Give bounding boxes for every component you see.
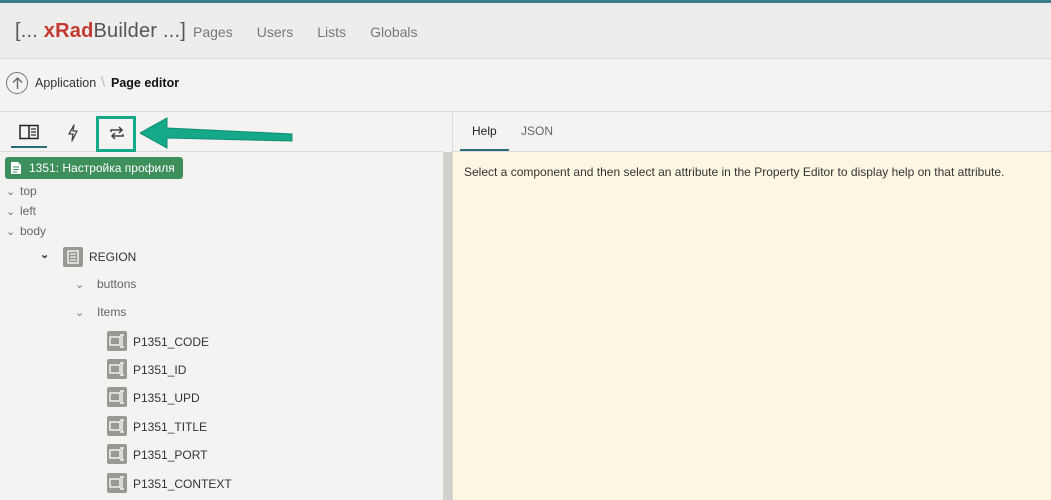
breadcrumb: Application \ Page editor <box>0 60 1051 112</box>
tree-item-p1351-id[interactable]: P1351_ID <box>133 363 186 377</box>
tree-node-label: body <box>20 224 47 238</box>
page-icon <box>11 162 21 174</box>
logo-bracket-close: ...] <box>162 20 186 42</box>
page-item-icon <box>107 331 127 351</box>
tree-item-p1351-context[interactable]: P1351_CONTEXT <box>133 477 232 491</box>
breadcrumb-page-editor: Page editor <box>111 76 180 90</box>
chevron-down-icon: ⌄ <box>6 206 16 218</box>
tree-node-label: buttons <box>97 277 137 291</box>
tree-item-p1351-port[interactable]: P1351_PORT <box>133 448 208 462</box>
right-panel: Help JSON Select a component and then se… <box>453 112 1051 500</box>
page-item-icon <box>107 387 127 407</box>
tree-node-region[interactable]: ⌄ <box>40 247 54 261</box>
tree-item-p1351-title[interactable]: P1351_TITLE <box>133 420 207 434</box>
logo-rad: Rad <box>55 20 94 42</box>
tree-node-top[interactable]: ⌄ top <box>6 184 37 198</box>
page-badge-label: 1351: Настройка профиля <box>29 161 175 175</box>
tab-rendering-tree[interactable] <box>11 118 47 148</box>
nav-users[interactable]: Users <box>257 24 294 40</box>
tree-node-label: Items <box>97 305 127 319</box>
page-item-icon <box>107 473 127 493</box>
tab-dynamic-actions[interactable] <box>55 118 91 148</box>
tree-node-label: left <box>20 204 37 218</box>
tab-json[interactable]: JSON <box>521 124 553 138</box>
nav-globals[interactable]: Globals <box>370 24 417 40</box>
right-panel-tabs: Help JSON <box>453 112 1051 152</box>
tree-node-body[interactable]: ⌄ body <box>6 224 46 238</box>
main-nav: Pages Users Lists Globals <box>193 24 418 40</box>
panel-layout-icon <box>19 124 39 140</box>
region-label: REGION <box>89 250 137 264</box>
chevron-down-icon: ⌄ <box>75 279 85 291</box>
tree-node-buttons[interactable]: ⌄ buttons <box>75 277 136 291</box>
annotation-arrow-icon <box>140 117 293 149</box>
logo-builder: Builder <box>93 20 158 42</box>
tree-scrollbar[interactable] <box>443 152 452 500</box>
chevron-down-icon: ⌄ <box>75 307 85 319</box>
nav-lists[interactable]: Lists <box>317 24 346 40</box>
page-item-icon <box>107 416 127 436</box>
app-header: [... xRadBuilder ...] Pages Users Lists … <box>0 3 1051 59</box>
logo-x: x <box>43 20 56 42</box>
app-logo[interactable]: [... xRadBuilder ...] <box>15 20 186 43</box>
active-tab-indicator <box>460 149 509 151</box>
tree-item-p1351-code[interactable]: P1351_CODE <box>133 335 209 349</box>
page-item-icon <box>107 444 127 464</box>
annotation-highlight-box <box>96 116 136 152</box>
chevron-down-icon: ⌄ <box>6 226 16 238</box>
tree-node-left[interactable]: ⌄ left <box>6 204 36 218</box>
breadcrumb-separator: \ <box>101 74 106 91</box>
tree-item-p1351-upd[interactable]: P1351_UPD <box>133 391 200 405</box>
help-message: Select a component and then select an at… <box>464 165 1005 179</box>
chevron-down-icon: ⌄ <box>40 249 50 261</box>
lightning-icon <box>68 124 78 142</box>
tree-node-label: top <box>20 184 37 198</box>
logo-bracket-open: [... <box>15 20 39 42</box>
tree-node-items[interactable]: ⌄ Items <box>75 305 126 319</box>
up-arrow-icon[interactable] <box>6 72 28 94</box>
chevron-down-icon: ⌄ <box>6 186 16 198</box>
region-icon <box>63 247 83 267</box>
breadcrumb-application[interactable]: Application <box>35 76 96 90</box>
nav-pages[interactable]: Pages <box>193 24 233 40</box>
page-badge[interactable]: 1351: Настройка профиля <box>5 157 183 179</box>
tab-help[interactable]: Help <box>472 124 497 138</box>
page-item-icon <box>107 359 127 379</box>
